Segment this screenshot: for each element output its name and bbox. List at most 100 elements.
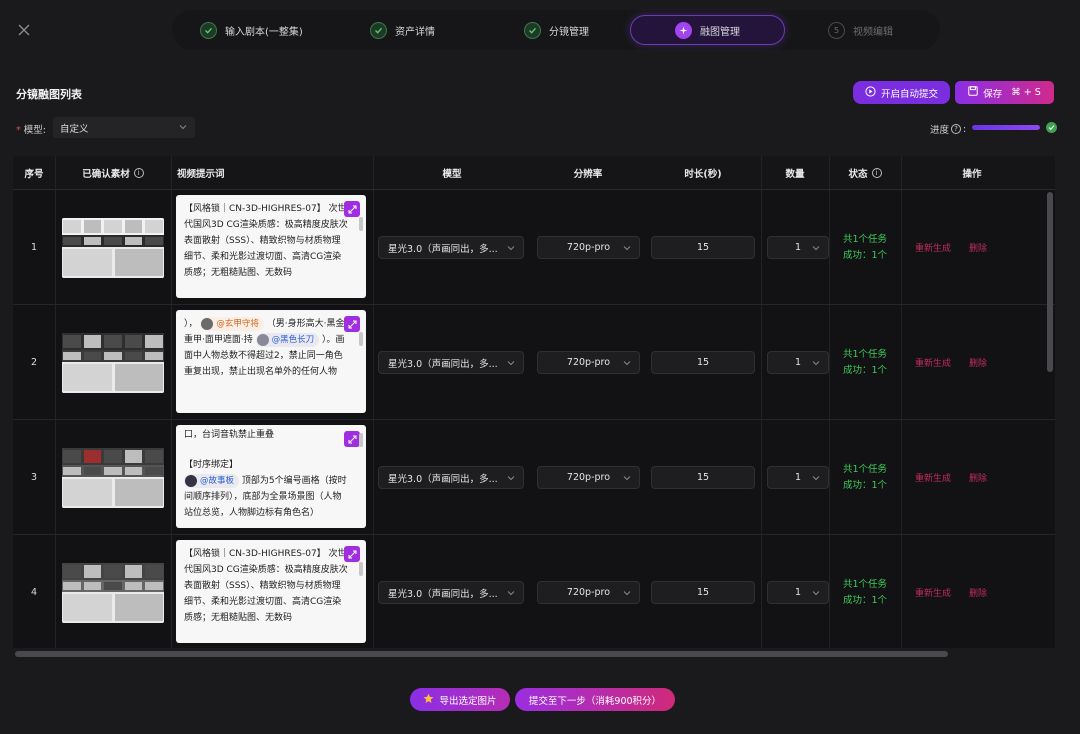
model-filter-select[interactable]: 自定义 <box>53 117 195 138</box>
duration-input[interactable]: 15 <box>651 351 755 374</box>
status-success: 成功：1个 <box>842 364 888 376</box>
info-icon[interactable]: i <box>133 168 144 178</box>
count-cell: 1 <box>767 305 829 420</box>
prompt-scrollbar[interactable] <box>359 332 363 346</box>
duration-cell: 15 <box>651 535 755 648</box>
check-icon <box>370 21 387 39</box>
avatar <box>256 333 269 346</box>
expand-icon[interactable] <box>344 201 360 217</box>
row-index: 4 <box>30 587 38 598</box>
table-vertical-scrollbar[interactable] <box>1047 192 1053 372</box>
duration-input[interactable]: 15 <box>651 466 755 489</box>
chevron-down-icon <box>812 359 820 370</box>
submit-next-step-button[interactable]: 提交至下一步（消耗900积分） <box>515 688 675 711</box>
step-video-editing[interactable]: 5 视频编辑 <box>828 16 893 44</box>
expand-icon[interactable] <box>344 431 360 447</box>
regenerate-link[interactable]: 重新生成 <box>915 471 951 484</box>
table-header: 序号 已确认素材 i 视频提示词 模型 分辨率 时长(秒) 数量 状态 i 操作 <box>13 156 1055 190</box>
chevron-down-icon <box>507 359 515 370</box>
model-cell: 星光3.0（声画同出，多... <box>378 305 524 420</box>
prompt-scrollbar[interactable] <box>359 217 363 231</box>
storyboard-fusion-table: 序号 已确认素材 i 视频提示词 模型 分辨率 时长(秒) 数量 状态 i 操作 1… <box>13 156 1055 648</box>
row-index: 1 <box>30 242 38 253</box>
expand-icon[interactable] <box>344 546 360 562</box>
step-asset-details[interactable]: 资产详情 <box>370 16 435 44</box>
export-selected-images-button[interactable]: 导出选定图片 <box>410 688 510 711</box>
resolution-select[interactable]: 720p-pro <box>537 236 640 259</box>
progress-bar <box>972 125 1040 130</box>
model-select[interactable]: 星光3.0（声画同出，多... <box>378 466 524 489</box>
video-prompt-textarea[interactable]: 口，台词音轨禁止重叠 【时序绑定】 @故事板 顶部为5个编号画格（按时间顺序排列… <box>176 425 366 528</box>
step-number: 5 <box>828 21 845 39</box>
resolution-cell: 720p-pro <box>537 535 640 648</box>
delete-link[interactable]: 删除 <box>969 586 987 599</box>
storyboard-tag[interactable]: @故事板 <box>184 473 240 488</box>
resolution-select[interactable]: 720p-pro <box>537 466 640 489</box>
prompt-scrollbar[interactable] <box>359 562 363 576</box>
duration-cell: 15 <box>651 305 755 420</box>
model-select[interactable]: 星光3.0（声画同出，多... <box>378 581 524 604</box>
chevron-down-icon <box>623 589 631 600</box>
status-cell: 共1个任务 成功：1个 <box>829 535 901 648</box>
duration-input[interactable]: 15 <box>651 236 755 259</box>
table-horizontal-scrollbar[interactable] <box>15 651 948 657</box>
model-select[interactable]: 星光3.0（声画同出，多... <box>378 236 524 259</box>
step-label: 输入剧本(一整集) <box>225 26 303 38</box>
step-storyboard-management[interactable]: 分镜管理 <box>524 16 589 44</box>
prompt-scrollbar[interactable] <box>359 433 363 447</box>
count-cell: 1 <box>767 420 829 535</box>
step-script-input[interactable]: 输入剧本(一整集) <box>200 16 303 44</box>
character-tag[interactable]: @玄甲守将 <box>200 316 264 331</box>
chevron-down-icon <box>507 589 515 600</box>
video-prompt-textarea[interactable]: ）， @玄甲守将 （男·身形高大·黑金重甲·面甲遮面·持 @黑色长刀 ）。画面中… <box>176 310 366 413</box>
video-prompt-textarea[interactable]: 【风格锁｜CN-3D-HIGHRES-07】 次世代国风3D CG渲染质感：极高… <box>176 195 366 298</box>
storyboard-thumbnail[interactable] <box>62 217 164 278</box>
resolution-select[interactable]: 720p-pro <box>537 351 640 374</box>
auto-submit-button[interactable]: 开启自动提交 <box>853 81 950 104</box>
regenerate-link[interactable]: 重新生成 <box>915 241 951 254</box>
delete-link[interactable]: 删除 <box>969 241 987 254</box>
col-confirmed-assets: 已确认素材 i <box>55 156 171 190</box>
step-image-fusion[interactable]: 融图管理 <box>630 15 785 45</box>
status-success: 成功：1个 <box>842 594 888 606</box>
col-status: 状态 i <box>829 156 901 190</box>
video-prompt-textarea[interactable]: 【风格锁｜CN-3D-HIGHRES-07】 次世代国风3D CG渲染质感：极高… <box>176 540 366 643</box>
expand-icon[interactable] <box>344 316 360 332</box>
storyboard-thumbnail[interactable] <box>62 447 164 508</box>
count-select[interactable]: 1 <box>767 236 829 259</box>
info-icon[interactable]: i <box>871 168 882 178</box>
chevron-down-icon <box>812 474 820 485</box>
step-label: 融图管理 <box>700 26 740 38</box>
regenerate-link[interactable]: 重新生成 <box>915 586 951 599</box>
asset-cell <box>55 420 171 535</box>
count-select[interactable]: 1 <box>767 466 829 489</box>
count-cell: 1 <box>767 190 829 305</box>
col-resolution: 分辨率 <box>573 169 603 180</box>
regenerate-link[interactable]: 重新生成 <box>915 356 951 369</box>
save-shortcut: ⌘ + S <box>1011 87 1041 98</box>
delete-link[interactable]: 删除 <box>969 471 987 484</box>
count-cell: 1 <box>767 535 829 648</box>
storyboard-thumbnail[interactable] <box>62 332 164 393</box>
status-total: 共1个任务 <box>842 233 888 245</box>
model-cell: 星光3.0（声画同出，多... <box>378 420 524 535</box>
close-icon[interactable] <box>16 22 32 38</box>
actions-cell: 重新生成 删除 <box>901 420 1001 535</box>
progress-fill <box>972 125 1040 130</box>
save-button[interactable]: 保存 ⌘ + S <box>955 81 1054 104</box>
actions-cell: 重新生成 删除 <box>901 535 1001 648</box>
delete-link[interactable]: 删除 <box>969 356 987 369</box>
chevron-down-icon <box>623 359 631 370</box>
step-label: 资产详情 <box>395 26 435 38</box>
col-actions: 操作 <box>962 169 982 180</box>
duration-input[interactable]: 15 <box>651 581 755 604</box>
count-select[interactable]: 1 <box>767 351 829 374</box>
table-row: 4 【风格锁｜CN-3D-HIGHRES-07】 次世代国风3D CG渲染质感：… <box>13 535 1055 648</box>
model-select[interactable]: 星光3.0（声画同出，多... <box>378 351 524 374</box>
resolution-select[interactable]: 720p-pro <box>537 581 640 604</box>
asset-cell <box>55 190 171 305</box>
prop-tag[interactable]: @黑色长刀 <box>255 332 320 347</box>
help-icon[interactable]: ? <box>951 124 962 134</box>
count-select[interactable]: 1 <box>767 581 829 604</box>
storyboard-thumbnail[interactable] <box>62 562 164 623</box>
